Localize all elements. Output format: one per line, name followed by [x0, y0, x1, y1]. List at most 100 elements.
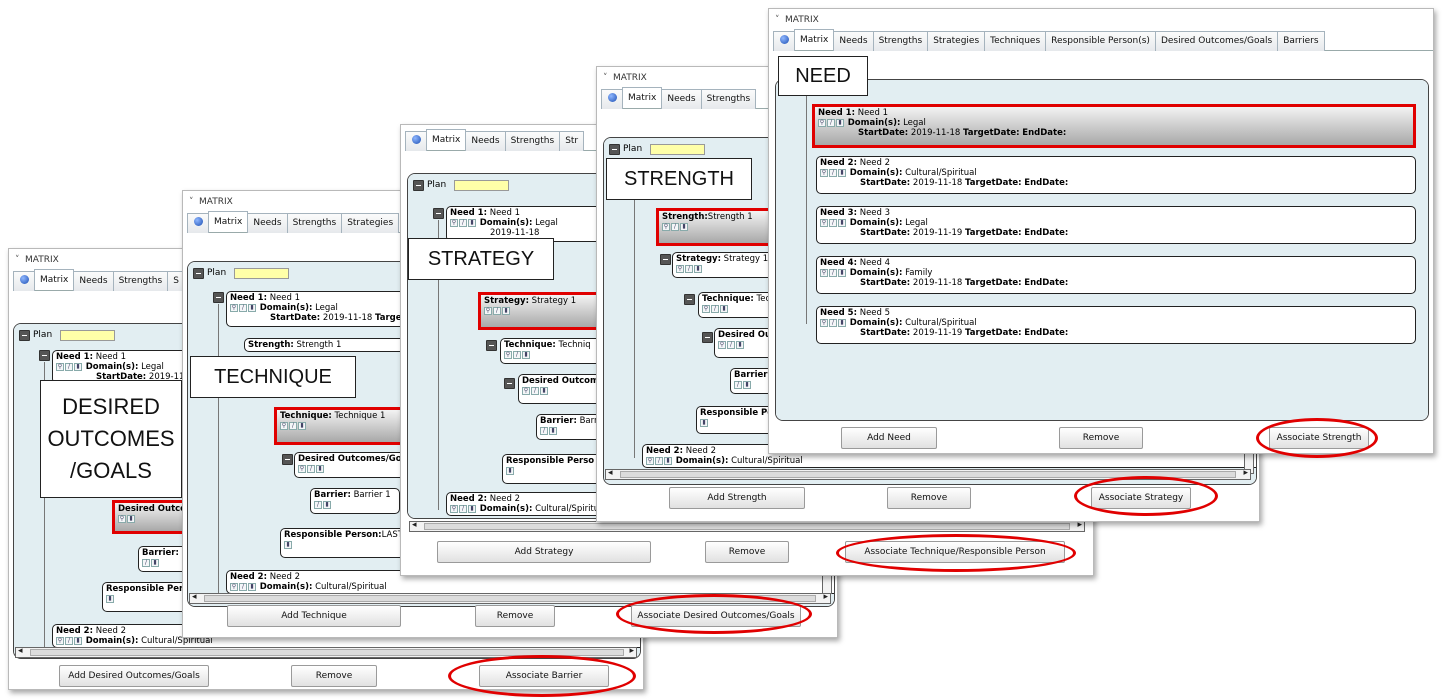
scroll-thumb[interactable]: [30, 649, 624, 656]
collapse-need-icon[interactable]: [213, 292, 224, 303]
link-icon[interactable]: ⚲: [820, 268, 828, 277]
edit-icon[interactable]: /: [314, 500, 322, 509]
chevron-down-icon[interactable]: ˅: [775, 12, 785, 28]
delete-icon[interactable]: ▮: [502, 306, 510, 315]
link-icon[interactable]: ⚲: [702, 304, 710, 313]
need-node-3[interactable]: Need 3: Need 3 ⚲ / ▮ Domain(s): Legal Star…: [816, 206, 1416, 244]
edit-icon[interactable]: /: [239, 582, 247, 591]
link-icon[interactable]: ⚲: [820, 318, 828, 327]
need-node-4[interactable]: Need 4: Need 4 ⚲ / ▮ Domain(s): Family Sta…: [816, 256, 1416, 294]
delete-icon[interactable]: ▮: [836, 118, 844, 127]
scroll-thumb[interactable]: [424, 523, 1070, 530]
tab-strengths[interactable]: Strengths: [700, 89, 757, 109]
delete-icon[interactable]: ▮: [298, 421, 306, 430]
info-tab[interactable]: [773, 31, 795, 51]
info-tab[interactable]: [405, 131, 427, 151]
delete-icon[interactable]: ▮: [680, 222, 688, 231]
collapse-need-icon[interactable]: [39, 350, 50, 361]
scroll-right-icon[interactable]: ▸: [629, 646, 634, 656]
tab-matrix[interactable]: Matrix: [426, 129, 467, 150]
tab-strategies[interactable]: Str: [559, 131, 585, 151]
associate-strategy-button[interactable]: Associate Strategy: [1091, 487, 1191, 509]
strength-node[interactable]: Strength: Strength 1: [244, 338, 424, 352]
add-desired-outcomes-button[interactable]: Add Desired Outcomes/Goals: [59, 665, 209, 687]
link-icon[interactable]: ⚲: [820, 218, 828, 227]
link-icon[interactable]: ⚲: [718, 340, 726, 349]
tab-strengths[interactable]: Strengths: [286, 213, 343, 233]
link-icon[interactable]: ⚲: [280, 421, 288, 430]
remove-button[interactable]: Remove: [1059, 427, 1143, 449]
associate-barrier-button[interactable]: Associate Barrier: [479, 665, 609, 687]
tab-strategies[interactable]: Strategies: [927, 31, 986, 51]
window-header[interactable]: ˅ MATRIX: [603, 70, 647, 86]
need-node[interactable]: Need 1: Need 1 ⚲ / ▮ Domain(s): Legal 2019…: [446, 206, 606, 242]
tab-needs[interactable]: Needs: [73, 271, 114, 291]
add-strength-button[interactable]: Add Strength: [669, 487, 805, 509]
tab-strengths[interactable]: Strengths: [504, 131, 561, 151]
collapse-plan-icon[interactable]: [609, 144, 620, 155]
delete-icon[interactable]: ▮: [700, 418, 708, 427]
edit-icon[interactable]: /: [829, 318, 837, 327]
delete-icon[interactable]: ▮: [720, 304, 728, 313]
delete-icon[interactable]: ▮: [522, 350, 530, 359]
horizontal-scrollbar[interactable]: ◂ ▸: [15, 646, 637, 658]
collapse-need-icon[interactable]: [433, 208, 444, 219]
delete-icon[interactable]: ▮: [468, 218, 476, 227]
link-icon[interactable]: ⚲: [230, 303, 238, 312]
window-header[interactable]: ˅ MATRIX: [15, 252, 59, 268]
info-tab[interactable]: [13, 271, 35, 291]
plan-name-field[interactable]: [650, 144, 705, 155]
need-node[interactable]: Need 1: Need 1 ⚲ / ▮ Domain(s): Legal Star…: [226, 291, 426, 327]
delete-icon[interactable]: ▮: [694, 264, 702, 273]
add-need-button[interactable]: Add Need: [841, 427, 937, 449]
delete-icon[interactable]: ▮: [248, 303, 256, 312]
link-icon[interactable]: ⚲: [484, 306, 492, 315]
tab-strengths[interactable]: Strengths: [112, 271, 169, 291]
tab-matrix[interactable]: Matrix: [208, 211, 249, 232]
link-icon[interactable]: ⚲: [646, 456, 654, 465]
edit-icon[interactable]: /: [65, 636, 73, 645]
edit-icon[interactable]: /: [734, 380, 742, 389]
link-icon[interactable]: ⚲: [230, 582, 238, 591]
tab-barriers[interactable]: Barriers: [1277, 31, 1325, 51]
tab-strategies[interactable]: Strategies: [341, 213, 400, 233]
tab-responsible-persons[interactable]: Responsible Person(s): [1045, 31, 1156, 51]
delete-icon[interactable]: ▮: [151, 558, 159, 567]
add-technique-button[interactable]: Add Technique: [227, 605, 401, 627]
edit-icon[interactable]: /: [307, 464, 315, 473]
horizontal-scrollbar[interactable]: ◂ ▸: [189, 592, 831, 604]
remove-button[interactable]: Remove: [475, 605, 555, 627]
collapse-desired-icon[interactable]: [702, 332, 713, 343]
link-icon[interactable]: ⚲: [662, 222, 670, 231]
technique-node[interactable]: Technique: Techniq ⚲ / ▮: [500, 338, 610, 364]
edit-icon[interactable]: /: [493, 306, 501, 315]
edit-icon[interactable]: /: [531, 386, 539, 395]
edit-icon[interactable]: /: [289, 421, 297, 430]
remove-button[interactable]: Remove: [705, 541, 789, 563]
delete-icon[interactable]: ▮: [838, 318, 846, 327]
responsible-node[interactable]: Responsible Perso ▮: [502, 454, 602, 484]
collapse-plan-icon[interactable]: [413, 180, 424, 191]
edit-icon[interactable]: /: [685, 264, 693, 273]
associate-technique-button[interactable]: Associate Technique/Responsible Person: [845, 541, 1065, 563]
tab-needs[interactable]: Needs: [247, 213, 288, 233]
associate-desired-outcomes-button[interactable]: Associate Desired Outcomes/Goals: [631, 605, 801, 627]
info-tab[interactable]: [601, 89, 623, 109]
delete-icon[interactable]: ▮: [540, 386, 548, 395]
scroll-right-icon[interactable]: ▸: [1243, 468, 1248, 478]
edit-icon[interactable]: /: [829, 218, 837, 227]
scroll-thumb[interactable]: [204, 595, 816, 602]
delete-icon[interactable]: ▮: [838, 168, 846, 177]
delete-icon[interactable]: ▮: [838, 268, 846, 277]
delete-icon[interactable]: ▮: [316, 464, 324, 473]
need-node-5[interactable]: Need 5: Need 5 ⚲ / ▮ Domain(s): Cultural/S…: [816, 306, 1416, 344]
associate-strength-button[interactable]: Associate Strength: [1269, 427, 1369, 449]
plan-name-field[interactable]: [454, 180, 509, 191]
edit-icon[interactable]: /: [459, 218, 467, 227]
link-icon[interactable]: ⚲: [818, 118, 826, 127]
edit-icon[interactable]: /: [727, 340, 735, 349]
edit-icon[interactable]: /: [827, 118, 835, 127]
scroll-left-icon[interactable]: ◂: [18, 646, 23, 656]
link-icon[interactable]: ⚲: [820, 168, 828, 177]
link-icon[interactable]: ⚲: [450, 218, 458, 227]
